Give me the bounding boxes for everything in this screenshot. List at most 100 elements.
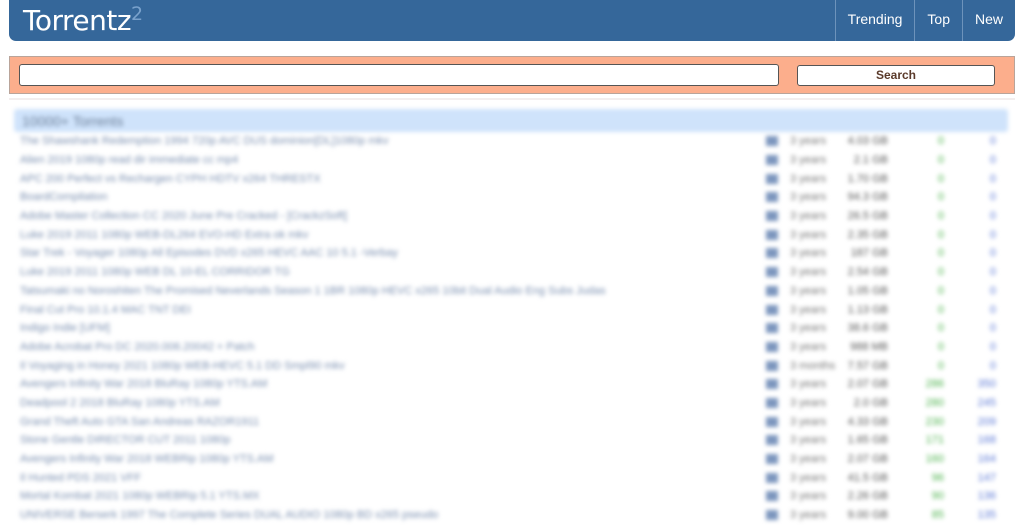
age: 3 years <box>790 340 827 353</box>
peers: 0 <box>989 154 996 167</box>
nav-trending[interactable]: Trending <box>834 0 915 41</box>
verified-icon <box>766 267 778 278</box>
table-row[interactable]: Final Cut Pro 10.1.4 MAC TNT DEI 3 years 1… <box>14 300 1008 319</box>
size: 26.5 GB <box>847 210 888 223</box>
peers: 0 <box>989 191 996 204</box>
torrent-title-link[interactable]: Luke 2019 2011 1080p WEB-DL264 EVO-HD Ex… <box>20 229 308 241</box>
verified-icon <box>766 211 778 222</box>
torrent-title-link[interactable]: Luke 2019 2011 1080p WEB DL 10-EL CORRID… <box>20 266 290 278</box>
torrent-title-link[interactable]: Indigo Indie [UFM] <box>20 322 110 334</box>
table-row[interactable]: BoardCompilation 3 years 94.3 GB 0 0 <box>14 188 1008 207</box>
torrent-title-link[interactable]: Tatsumaki no Noroshiten The Promised Nev… <box>20 285 606 297</box>
table-row[interactable]: Avengers Infinity War 2018 BluRay 1080p … <box>14 375 1008 394</box>
table-row[interactable]: Stone Gentle DIRECTOR CUT 2011 1080p 3 ye… <box>14 431 1008 450</box>
verified-icon <box>766 155 778 166</box>
nav-new[interactable]: New <box>961 0 1015 41</box>
age: 3 years <box>790 303 827 316</box>
torrent-title-link[interactable]: Il Hunted PDS 2021 VFF <box>20 472 141 484</box>
torrent-title-link[interactable]: UNIVERSE Berserk 1997 The Complete Serie… <box>20 509 438 521</box>
table-row[interactable]: Adobe Master Collection CC 2020 June Pre… <box>14 207 1008 226</box>
torrent-title-link[interactable]: Adobe Master Collection CC 2020 June Pre… <box>20 210 347 222</box>
nav-top[interactable]: Top <box>914 0 962 41</box>
table-row[interactable]: Indigo Indie [UFM] 3 years 38.6 GB 0 0 <box>14 319 1008 338</box>
search-button[interactable]: Search <box>797 65 995 86</box>
torrent-title-link[interactable]: Deadpool 2 2018 BluRay 1080p YTS.AM <box>20 397 220 409</box>
size: 1.65 GB <box>847 434 888 447</box>
age: 3 years <box>790 434 827 447</box>
table-row[interactable]: APC 200 Perfect vs Rechargen CYPH HDTV x… <box>14 169 1008 188</box>
peers: 245 <box>977 396 996 409</box>
table-row[interactable]: Luke 2019 2011 1080p WEB DL 10-EL CORRID… <box>14 263 1008 282</box>
divider <box>9 98 1015 100</box>
size: 4.03 GB <box>847 135 888 148</box>
verified-icon <box>766 491 778 502</box>
seeds: 0 <box>937 191 944 204</box>
size: 2.1 GB <box>853 154 888 167</box>
peers: 0 <box>989 266 996 279</box>
verified-icon <box>766 341 778 352</box>
size: 2.07 GB <box>847 378 888 391</box>
size: 1.13 GB <box>847 303 888 316</box>
peers: 0 <box>989 284 996 297</box>
table-row[interactable]: Mortal Kombat 2021 1080p WEBRip 5.1 YTS.… <box>14 487 1008 506</box>
table-row[interactable]: Avengers Infinity War 2018 WEBRip 1080p … <box>14 450 1008 469</box>
table-row[interactable]: Il Voyaging in Honey 2021 1080p WEB-HEVC… <box>14 356 1008 375</box>
torrent-title-link[interactable]: The Shawshank Redemption 1994 720p AVC D… <box>20 135 389 147</box>
torrent-title-link[interactable]: Avengers Infinity War 2018 BluRay 1080p … <box>20 378 267 390</box>
age: 3 years <box>790 471 827 484</box>
logo[interactable]: Torrentz2 <box>23 3 143 37</box>
seeds: 160 <box>925 453 944 466</box>
age: 3 years <box>790 490 827 503</box>
torrent-title-link[interactable]: Grand Theft Auto GTA San Andreas RAZOR19… <box>20 416 259 428</box>
seeds: 0 <box>937 172 944 185</box>
torrent-title-link[interactable]: Star Trek - Voyager 1080p All Episodes D… <box>20 247 398 259</box>
site-header: Torrentz2 Trending Top New <box>9 0 1015 41</box>
verified-icon <box>766 285 778 296</box>
torrent-title-link[interactable]: Avengers Infinity War 2018 WEBRip 1080p … <box>20 453 274 465</box>
torrent-title-link[interactable]: Final Cut Pro 10.1.4 MAC TNT DEI <box>20 304 191 316</box>
seeds: 0 <box>937 228 944 241</box>
torrent-title-link[interactable]: Il Voyaging in Honey 2021 1080p WEB-HEVC… <box>20 360 345 372</box>
table-row[interactable]: The Shawshank Redemption 1994 720p AVC D… <box>14 132 1008 151</box>
age: 3 years <box>790 191 827 204</box>
age: 3 years <box>790 396 827 409</box>
seeds: 0 <box>937 303 944 316</box>
peers: 136 <box>977 490 996 503</box>
seeds: 230 <box>925 415 944 428</box>
top-nav: Trending Top New <box>834 0 1015 41</box>
age: 3 years <box>790 135 827 148</box>
torrent-title-link[interactable]: Stone Gentle DIRECTOR CUT 2011 1080p <box>20 434 230 446</box>
table-row[interactable]: Alien 2019 1080p read dir immediate cc m… <box>14 151 1008 170</box>
verified-icon <box>766 248 778 259</box>
verified-icon <box>766 454 778 465</box>
table-row[interactable]: Star Trek - Voyager 1080p All Episodes D… <box>14 244 1008 263</box>
seeds: 171 <box>925 434 944 447</box>
torrent-title-link[interactable]: BoardCompilation <box>20 191 107 203</box>
table-row[interactable]: Luke 2019 2011 1080p WEB-DL264 EVO-HD Ex… <box>14 225 1008 244</box>
peers: 209 <box>977 415 996 428</box>
seeds: 0 <box>937 359 944 372</box>
seeds: 0 <box>937 247 944 260</box>
table-row[interactable]: Il Hunted PDS 2021 VFF 3 years 41.5 GB 96 14… <box>14 468 1008 487</box>
table-row[interactable]: Tatsumaki no Noroshiten The Promised Nev… <box>14 282 1008 301</box>
search-input[interactable] <box>19 64 779 86</box>
torrent-title-link[interactable]: Alien 2019 1080p read dir immediate cc m… <box>20 154 238 166</box>
age: 3 years <box>790 415 827 428</box>
seeds: 286 <box>925 378 944 391</box>
age: 3 years <box>790 228 827 241</box>
size: 4.33 GB <box>847 415 888 428</box>
peers: 0 <box>989 210 996 223</box>
torrent-title-link[interactable]: Mortal Kombat 2021 1080p WEBRip 5.1 YTS.… <box>20 490 259 502</box>
torrent-title-link[interactable]: APC 200 Perfect vs Rechargen CYPH HDTV x… <box>20 173 321 185</box>
peers: 168 <box>977 434 996 447</box>
age: 3 years <box>790 322 827 335</box>
torrent-title-link[interactable]: Adobe Acrobat Pro DC 2020.006.20042 + Pa… <box>20 341 255 353</box>
peers: 147 <box>977 471 996 484</box>
size: 38.6 GB <box>847 322 888 335</box>
size: 94.3 GB <box>847 191 888 204</box>
age: 3 years <box>790 284 827 297</box>
table-row[interactable]: Adobe Acrobat Pro DC 2020.006.20042 + Pa… <box>14 338 1008 357</box>
table-row[interactable]: Grand Theft Auto GTA San Andreas RAZOR19… <box>14 412 1008 431</box>
table-row[interactable]: Deadpool 2 2018 BluRay 1080p YTS.AM 3 yea… <box>14 394 1008 413</box>
table-row[interactable]: UNIVERSE Berserk 1997 The Complete Serie… <box>14 506 1008 525</box>
